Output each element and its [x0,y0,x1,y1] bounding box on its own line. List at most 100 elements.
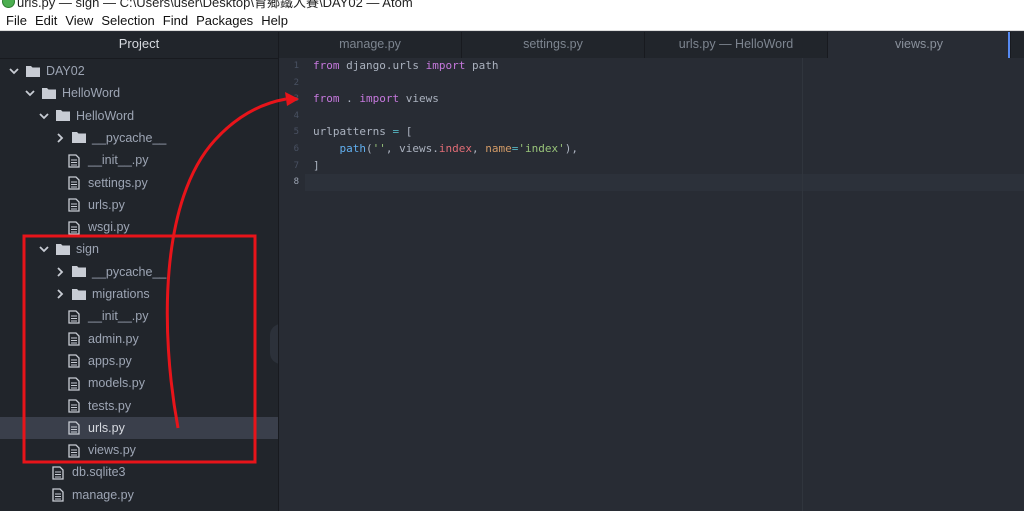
tree-folder[interactable]: __pycache__ [0,127,278,149]
file-text-icon [68,154,81,168]
tree-item-label: DAY02 [46,64,85,78]
project-tree-panel: Project DAY02 HelloWord HelloWord __pycache… [0,32,279,511]
tree-file[interactable]: tests.py [0,395,278,417]
file-text-icon [52,488,65,502]
file-text-icon [68,399,81,413]
folder-icon [42,87,56,100]
tree-file[interactable]: __init__.py [0,149,278,171]
folder-icon [72,131,86,144]
current-line-highlight [305,174,1024,191]
tree-item-label: db.sqlite3 [72,465,126,480]
line-number: 3 [293,94,299,105]
line-number: 6 [293,144,299,154]
file-text-icon [68,198,81,212]
tree-file[interactable]: apps.py [0,350,278,372]
tab-manage-py[interactable]: manage.py [279,32,462,58]
chevron-right-icon[interactable] [54,288,66,300]
tree-file[interactable]: urls.py [0,194,278,216]
tree-folder[interactable]: migrations [0,283,278,305]
tree-file[interactable]: wsgi.py [0,216,278,238]
file-text-icon [68,443,81,458]
tree-file[interactable]: admin.py [0,328,278,350]
line-number: 4 [293,110,299,121]
title-bar: urls.py — sign — C:\Users\user\Desktop\育… [0,0,1024,10]
tab-urls-py-helloword[interactable]: urls.py — HelloWord [645,32,828,58]
menu-edit[interactable]: Edit [32,10,62,31]
tree-folder[interactable]: sign [0,238,278,260]
wrap-guide [802,58,803,511]
tree-item-label: admin.py [88,331,139,346]
chevron-down-icon[interactable] [8,65,20,77]
menu-bar: File Edit View Selection Find Packages H… [0,10,1024,31]
line-number: 1 [293,61,299,71]
tree-file[interactable]: urls.py [0,416,278,439]
file-text-icon [68,220,81,235]
tree-item-label: urls.py [88,197,125,212]
tree-file[interactable]: db.sqlite3 [0,461,278,483]
tree-item-label: HelloWord [76,108,135,123]
tab-views-py[interactable]: views.py [828,32,1011,58]
file-text-icon [68,176,81,190]
code-line[interactable]: path('', views.index, name='index'), [313,141,578,158]
tree-item-label: views.py [88,443,136,458]
file-text-icon [68,377,81,391]
tab-settings-py[interactable]: settings.py [462,32,645,58]
atom-app-icon [2,0,15,8]
folder-icon [72,288,86,301]
menu-selection[interactable]: Selection [98,10,159,31]
code-line[interactable]: urlpatterns = [ [313,124,412,141]
tree-item-label: apps.py [88,353,132,368]
menu-packages[interactable]: Packages [193,10,258,31]
chevron-down-icon[interactable] [24,87,36,99]
file-text-icon [68,421,81,435]
tree-item-label: tests.py [88,398,132,413]
file-text-icon [68,310,81,324]
folder-icon [56,243,70,256]
tree-item-label: __init__.py [88,153,149,168]
tab-bar: manage.py settings.py urls.py — HelloWor… [279,32,1024,59]
chevron-down-icon[interactable] [38,243,50,255]
panel-resize-handle[interactable] [270,324,278,364]
tree-item-label: migrations [92,287,150,301]
file-text-icon [68,332,81,346]
tree-folder[interactable]: __pycache__ [0,261,278,283]
window-title: urls.py — sign — C:\Users\user\Desktop\育… [17,0,413,10]
chevron-right-icon[interactable] [54,266,66,278]
file-text-icon [68,354,81,369]
tree-item-label: wsgi.py [88,220,130,235]
menu-file[interactable]: File [3,10,32,31]
menu-find[interactable]: Find [160,10,193,31]
chevron-down-icon[interactable] [38,110,50,122]
tree-item-label: manage.py [72,487,134,502]
tree-item-label: urls.py [88,420,125,435]
tree-file[interactable]: views.py [0,439,278,461]
folder-icon [26,65,40,78]
tree-item-label: __pycache__ [92,264,167,279]
code-line[interactable]: ] [313,158,320,175]
tree-file[interactable]: manage.py [0,484,278,506]
line-number: 8 [293,177,299,188]
menu-help[interactable]: Help [258,10,293,31]
code-line[interactable]: from . import views [313,91,439,108]
menu-view[interactable]: View [62,10,98,31]
tree-item-label: HelloWord [62,86,121,101]
tree-folder[interactable]: DAY02 [0,60,278,82]
tree-folder[interactable]: HelloWord [0,105,278,127]
tree-file[interactable]: models.py [0,372,278,394]
tree-file[interactable]: __init__.py [0,305,278,327]
code-line[interactable]: from django.urls import path [313,58,498,75]
tree-item-label: sign [76,242,99,257]
tree-folder[interactable]: HelloWord [0,82,278,104]
tree-file[interactable]: settings.py [0,172,278,194]
tree-item-label: __init__.py [88,309,149,324]
file-text-icon [52,466,65,480]
line-number-gutter: 1 2 3 4 5 6 7 8 [279,58,305,511]
folder-icon [72,265,86,278]
folder-icon [56,109,70,122]
line-number: 7 [293,160,299,171]
chevron-right-icon[interactable] [54,132,66,144]
tree-item-label: settings.py [88,175,148,190]
project-panel-header: Project [0,32,278,59]
tree-item-label: models.py [88,376,145,391]
code-editor[interactable]: 1 2 3 4 5 6 7 8 from django.urls import path fro… [279,58,1024,511]
